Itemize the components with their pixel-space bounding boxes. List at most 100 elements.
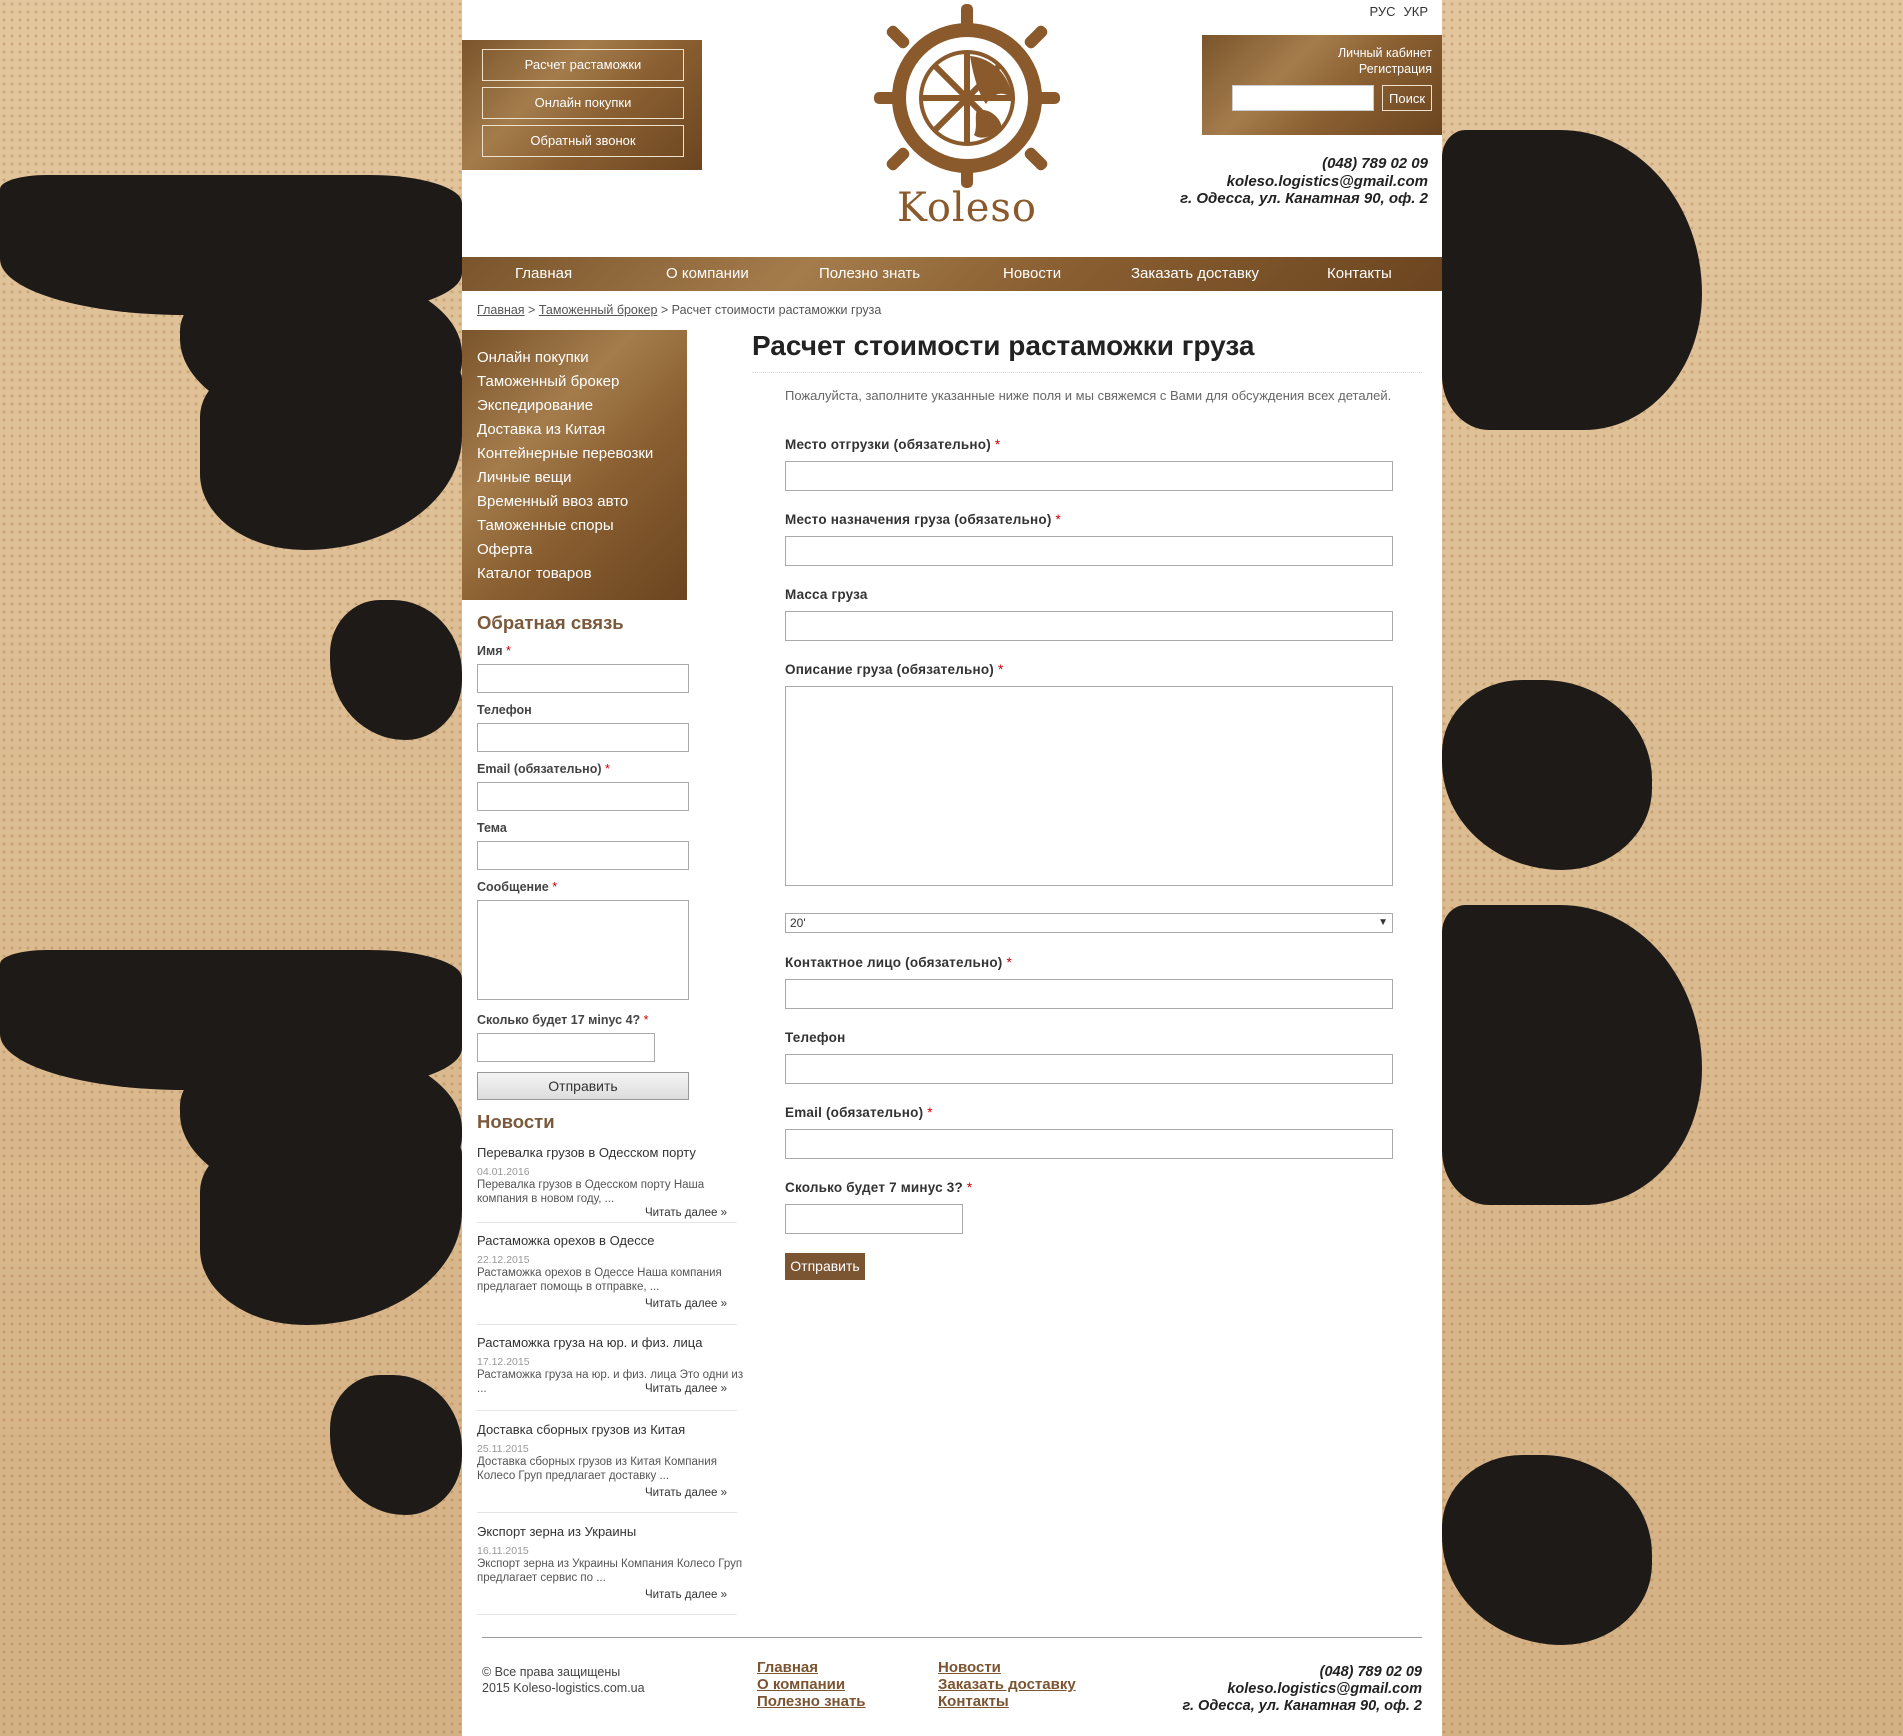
footer-link-home[interactable]: Главная — [757, 1659, 866, 1676]
news-read-more-link[interactable]: Читать далее » — [477, 1382, 747, 1396]
lang-uk[interactable]: УКР — [1403, 4, 1428, 19]
news-item-title[interactable]: Растаможка орехов в Одессе — [477, 1233, 747, 1249]
search-button[interactable]: Поиск — [1382, 85, 1432, 111]
nav-useful[interactable]: Полезно знать — [819, 257, 920, 291]
container-type-value: 20' — [790, 916, 806, 930]
footer-link-contacts[interactable]: Контакты — [938, 1693, 1076, 1710]
sidebar-item-personal-items[interactable]: Личные вещи — [462, 466, 687, 490]
sidebar-item-catalog[interactable]: Каталог товаров — [462, 562, 687, 586]
feedback-email-label: Email (обязательно) * — [477, 762, 610, 776]
feedback-subject-input[interactable] — [477, 841, 689, 870]
captcha-label: Сколько будет 7 минус 3? * — [785, 1180, 973, 1195]
shipment-place-input[interactable] — [785, 461, 1393, 491]
footer-link-order[interactable]: Заказать доставку — [938, 1676, 1076, 1693]
weight-label: Масса груза — [785, 587, 868, 602]
sidebar-item-customs-broker[interactable]: Таможенный брокер — [462, 370, 687, 394]
nav-home[interactable]: Главная — [515, 257, 572, 291]
destination-input[interactable] — [785, 536, 1393, 566]
captcha-input[interactable] — [785, 1204, 963, 1234]
news-item: Перевалка грузов в Одесском порту 04.01.… — [477, 1145, 747, 1220]
header-contacts: (048) 789 02 09 koleso.logistics@gmail.c… — [1180, 155, 1428, 208]
news-read-more-link[interactable]: Читать далее » — [477, 1297, 747, 1311]
breadcrumb-separator: > — [657, 303, 672, 317]
shipment-place-label: Место отгрузки (обязательно) * — [785, 437, 1001, 452]
search-input[interactable] — [1232, 85, 1374, 111]
sidebar-item-container[interactable]: Контейнерные перевозки — [462, 442, 687, 466]
feedback-captcha-label: Сколько будет 17 мinус 4? * — [477, 1013, 649, 1027]
register-link[interactable]: Регистрация — [1338, 61, 1432, 77]
news-item-title[interactable]: Перевалка грузов в Одесском порту — [477, 1145, 747, 1161]
nav-contacts[interactable]: Контакты — [1327, 257, 1392, 291]
container-type-select[interactable]: 20' ▼ — [785, 913, 1393, 933]
page-container: Расчет растаможки Онлайн покупки Обратны… — [462, 0, 1442, 1736]
weight-input[interactable] — [785, 611, 1393, 641]
sidebar-menu: Онлайн покупки Таможенный брокер Экспеди… — [462, 330, 687, 600]
news-item-text: Доставка сборных грузов из Китая Компани… — [477, 1456, 717, 1482]
logo[interactable]: Koleso — [862, 0, 1072, 235]
contact-person-label: Контактное лицо (обязательно) * — [785, 955, 1012, 970]
news-read-more-link[interactable]: Читать далее » — [477, 1486, 747, 1500]
news-item-date: 16.11.2015 — [477, 1545, 529, 1557]
email-input[interactable] — [785, 1129, 1393, 1159]
submit-button[interactable]: Отправить — [785, 1253, 865, 1280]
news-read-more-link[interactable]: Читать далее » — [477, 1588, 747, 1602]
news-item-title[interactable]: Экспорт зерна из Украины — [477, 1524, 747, 1540]
language-switcher: РУС УКР — [1361, 4, 1428, 19]
lang-ru[interactable]: РУС — [1369, 4, 1395, 19]
news-item: Доставка сборных грузов из Китая 25.11.2… — [477, 1422, 747, 1500]
footer-link-useful[interactable]: Полезно знать — [757, 1693, 866, 1710]
contact-person-input[interactable] — [785, 979, 1393, 1009]
sidebar-item-offer[interactable]: Оферта — [462, 538, 687, 562]
logo-text: Koleso — [897, 185, 1037, 231]
news-item: Растаможка орехов в Одессе 22.12.2015 Ра… — [477, 1233, 747, 1311]
phone-label: Телефон — [785, 1030, 846, 1045]
sidebar-item-online-shopping[interactable]: Онлайн покупки — [462, 346, 687, 370]
feedback-name-input[interactable] — [477, 664, 689, 693]
footer-link-news[interactable]: Новости — [938, 1659, 1076, 1676]
breadcrumb-customs-broker[interactable]: Таможенный брокер — [539, 303, 658, 317]
footer-divider — [482, 1637, 1422, 1638]
breadcrumb-separator: > — [524, 303, 539, 317]
feedback-email-input[interactable] — [477, 782, 689, 811]
online-shopping-button[interactable]: Онлайн покупки — [482, 87, 684, 119]
news-read-more-link[interactable]: Читать далее » — [477, 1206, 747, 1220]
page-title: Расчет стоимости растаможки груза — [752, 330, 1255, 361]
callback-button[interactable]: Обратный звонок — [482, 125, 684, 157]
quick-links-panel: Расчет растаможки Онлайн покупки Обратны… — [462, 40, 702, 170]
feedback-captcha-input[interactable] — [477, 1033, 655, 1062]
breadcrumb-home[interactable]: Главная — [477, 303, 525, 317]
title-divider — [752, 372, 1422, 373]
news-item-title[interactable]: Доставка сборных грузов из Китая — [477, 1422, 747, 1438]
account-links: Личный кабинет Регистрация — [1338, 45, 1432, 77]
header-address: г. Одесса, ул. Канатная 90, оф. 2 — [1180, 190, 1428, 207]
footer-email: koleso.logistics@gmail.com — [1227, 1681, 1422, 1697]
feedback-submit-button[interactable]: Отправить — [477, 1072, 689, 1100]
phone-input[interactable] — [785, 1054, 1393, 1084]
sidebar-item-china-delivery[interactable]: Доставка из Китая — [462, 418, 687, 442]
news-item: Экспорт зерна из Украины 16.11.2015 Эксп… — [477, 1524, 747, 1602]
sidebar-item-forwarding[interactable]: Экспедирование — [462, 394, 687, 418]
sidebar-item-temp-auto[interactable]: Временный ввоз авто — [462, 490, 687, 514]
ship-wheel-icon — [874, 4, 1060, 188]
news-item-title[interactable]: Растаможка груза на юр. и физ. лица — [477, 1335, 747, 1351]
header-phone: (048) 789 02 09 — [1322, 155, 1428, 172]
feedback-message-textarea[interactable] — [477, 900, 689, 1000]
copyright-line: © Все права защищены — [482, 1665, 621, 1679]
description-textarea[interactable] — [785, 686, 1393, 886]
nav-order-delivery[interactable]: Заказать доставку — [1131, 257, 1259, 291]
feedback-subject-label: Тема — [477, 821, 507, 835]
email-label: Email (обязательно) * — [785, 1105, 933, 1120]
sidebar-item-customs-disputes[interactable]: Таможенные споры — [462, 514, 687, 538]
nav-news[interactable]: Новости — [1003, 257, 1061, 291]
chevron-down-icon: ▼ — [1378, 917, 1388, 928]
customs-calc-button[interactable]: Расчет растаможки — [482, 49, 684, 81]
description-label: Описание груза (обязательно) * — [785, 662, 1004, 677]
feedback-phone-input[interactable] — [477, 723, 689, 752]
news-separator — [477, 1222, 737, 1223]
destination-label: Место назначения груза (обязательно) * — [785, 512, 1061, 527]
footer-link-about[interactable]: О компании — [757, 1676, 866, 1693]
news-item-date: 17.12.2015 — [477, 1356, 530, 1368]
news-item-date: 25.11.2015 — [477, 1443, 529, 1455]
nav-about[interactable]: О компании — [666, 257, 749, 291]
account-link[interactable]: Личный кабинет — [1338, 45, 1432, 61]
